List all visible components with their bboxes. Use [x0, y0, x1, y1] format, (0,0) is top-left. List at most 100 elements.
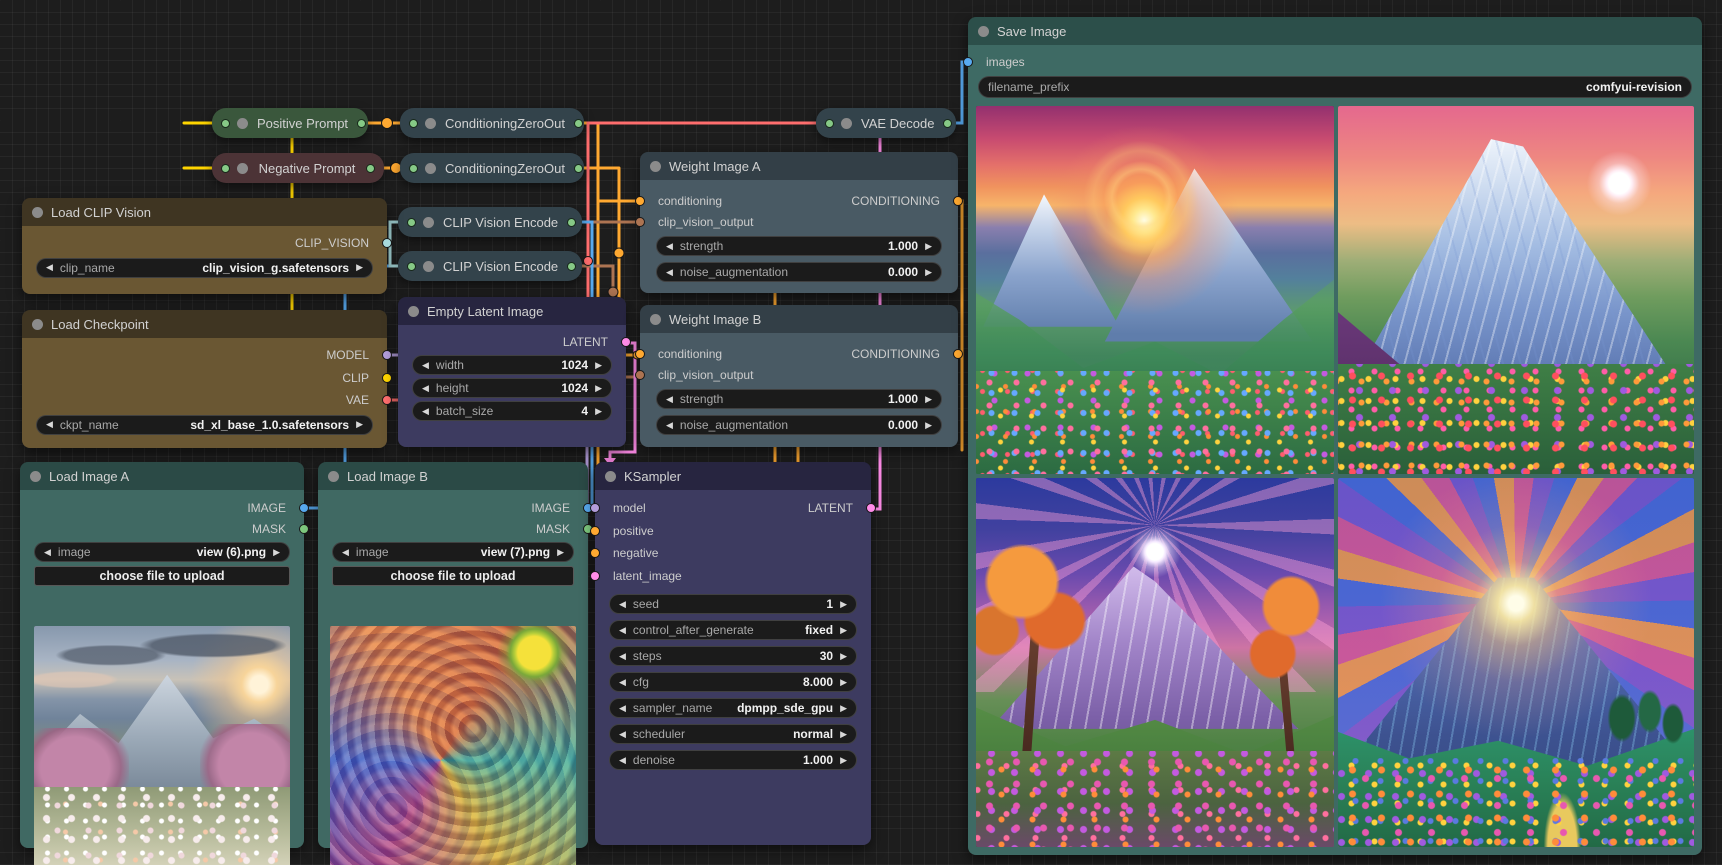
node-save-image[interactable]: Save Image images filename_prefix comfyu… [968, 17, 1702, 855]
increment-arrow-icon[interactable]: ▶ [840, 704, 847, 713]
increment-arrow-icon[interactable]: ▶ [356, 420, 363, 429]
increment-arrow-icon[interactable]: ▶ [840, 678, 847, 687]
widget-value[interactable]: 4 [581, 404, 588, 418]
increment-arrow-icon[interactable]: ▶ [557, 548, 564, 557]
node-vae-decode[interactable]: VAE Decode [816, 108, 956, 138]
latent-output-port[interactable] [621, 337, 631, 347]
increment-arrow-icon[interactable]: ▶ [595, 407, 602, 416]
node-load-checkpoint[interactable]: Load Checkpoint MODEL CLIP VAE ◀ ckpt_na… [22, 310, 387, 448]
widget-value[interactable]: comfyui-revision [1586, 80, 1682, 94]
conditioning-input-port[interactable] [635, 196, 645, 206]
collapsed-input-dot[interactable] [221, 164, 230, 173]
scheduler-widget[interactable]: ◀ scheduler normal ▶ [609, 724, 857, 744]
height-widget[interactable]: ◀ height 1024 ▶ [412, 378, 612, 398]
widget-value[interactable]: dpmpp_sde_gpu [737, 701, 833, 715]
widget-value[interactable]: sd_xl_base_1.0.safetensors [190, 418, 349, 432]
increment-arrow-icon[interactable]: ▶ [595, 361, 602, 370]
collapsed-input-dot[interactable] [409, 119, 418, 128]
decrement-arrow-icon[interactable]: ◀ [422, 384, 429, 393]
collapse-toggle-icon[interactable] [408, 306, 419, 317]
collapse-toggle-icon[interactable] [32, 207, 43, 218]
node-negative-prompt[interactable]: Negative Prompt [212, 153, 384, 183]
collapsed-output-dot[interactable] [366, 164, 375, 173]
decrement-arrow-icon[interactable]: ◀ [619, 756, 626, 765]
choose-file-button[interactable]: choose file to upload [34, 566, 290, 586]
conditioning-input-port[interactable] [635, 349, 645, 359]
collapsed-input-dot[interactable] [407, 218, 416, 227]
decrement-arrow-icon[interactable]: ◀ [619, 704, 626, 713]
increment-arrow-icon[interactable]: ▶ [840, 756, 847, 765]
collapse-toggle-icon[interactable] [328, 471, 339, 482]
increment-arrow-icon[interactable]: ▶ [925, 395, 932, 404]
increment-arrow-icon[interactable]: ▶ [840, 652, 847, 661]
negative-input-port[interactable] [590, 548, 600, 558]
decrement-arrow-icon[interactable]: ◀ [619, 626, 626, 635]
increment-arrow-icon[interactable]: ▶ [925, 242, 932, 251]
increment-arrow-icon[interactable]: ▶ [925, 421, 932, 430]
decrement-arrow-icon[interactable]: ◀ [666, 395, 673, 404]
node-weight-image-b[interactable]: Weight Image B conditioning CONDITIONING… [640, 305, 958, 447]
node-positive-prompt[interactable]: Positive Prompt [212, 108, 368, 138]
widget-value[interactable]: 0.000 [888, 265, 918, 279]
steps-widget[interactable]: ◀ steps 30 ▶ [609, 646, 857, 666]
decrement-arrow-icon[interactable]: ◀ [619, 730, 626, 739]
collapsed-output-dot[interactable] [567, 218, 576, 227]
batch-size-widget[interactable]: ◀ batch_size 4 ▶ [412, 401, 612, 421]
node-load-image-a[interactable]: Load Image A IMAGE MASK ◀ image view (6)… [20, 462, 304, 848]
collapse-toggle-icon[interactable] [841, 118, 852, 129]
increment-arrow-icon[interactable]: ▶ [840, 600, 847, 609]
latent-image-input-port[interactable] [590, 571, 600, 581]
widget-value[interactable]: 8.000 [803, 675, 833, 689]
clip-vision-output-input-port[interactable] [635, 217, 645, 227]
increment-arrow-icon[interactable]: ▶ [356, 263, 363, 272]
collapsed-output-dot[interactable] [357, 119, 366, 128]
collapsed-input-dot[interactable] [407, 262, 416, 271]
clip-name-widget[interactable]: ◀ clip_name clip_vision_g.safetensors ▶ [36, 258, 373, 278]
ckpt-name-widget[interactable]: ◀ ckpt_name sd_xl_base_1.0.safetensors ▶ [36, 415, 373, 435]
widget-value[interactable]: view (6).png [197, 545, 266, 559]
collapsed-input-dot[interactable] [409, 164, 418, 173]
sampler-name-widget[interactable]: ◀ sampler_name dpmpp_sde_gpu ▶ [609, 698, 857, 718]
collapse-toggle-icon[interactable] [650, 314, 661, 325]
node-ksampler[interactable]: KSampler model LATENT positive negative … [595, 462, 871, 845]
increment-arrow-icon[interactable]: ▶ [273, 548, 280, 557]
choose-file-button[interactable]: choose file to upload [332, 566, 574, 586]
strength-widget[interactable]: ◀ strength 1.000 ▶ [656, 389, 942, 409]
seed-widget[interactable]: ◀ seed 1 ▶ [609, 594, 857, 614]
decrement-arrow-icon[interactable]: ◀ [619, 652, 626, 661]
collapse-toggle-icon[interactable] [650, 161, 661, 172]
strength-widget[interactable]: ◀ strength 1.000 ▶ [656, 236, 942, 256]
images-input-port[interactable] [963, 57, 973, 67]
widget-value[interactable]: 1.000 [888, 239, 918, 253]
collapse-toggle-icon[interactable] [423, 261, 434, 272]
increment-arrow-icon[interactable]: ▶ [840, 626, 847, 635]
collapsed-output-dot[interactable] [574, 119, 583, 128]
clip-output-port[interactable] [382, 373, 392, 383]
cfg-widget[interactable]: ◀ cfg 8.000 ▶ [609, 672, 857, 692]
widget-value[interactable]: 30 [820, 649, 833, 663]
collapse-toggle-icon[interactable] [32, 319, 43, 330]
widget-value[interactable]: clip_vision_g.safetensors [202, 261, 349, 275]
decrement-arrow-icon[interactable]: ◀ [44, 548, 51, 557]
noise-augmentation-widget[interactable]: ◀ noise_augmentation 0.000 ▶ [656, 415, 942, 435]
widget-value[interactable]: 1024 [561, 358, 588, 372]
clip-vision-output-input-port[interactable] [635, 370, 645, 380]
widget-value[interactable]: 1.000 [888, 392, 918, 406]
decrement-arrow-icon[interactable]: ◀ [619, 600, 626, 609]
increment-arrow-icon[interactable]: ▶ [925, 268, 932, 277]
collapse-toggle-icon[interactable] [237, 163, 248, 174]
collapsed-input-dot[interactable] [825, 119, 834, 128]
noise-augmentation-widget[interactable]: ◀ noise_augmentation 0.000 ▶ [656, 262, 942, 282]
collapse-toggle-icon[interactable] [237, 118, 248, 129]
image-file-widget[interactable]: ◀ image view (7).png ▶ [332, 542, 574, 562]
conditioning-output-port[interactable] [953, 196, 963, 206]
decrement-arrow-icon[interactable]: ◀ [666, 421, 673, 430]
conditioning-output-port[interactable] [953, 349, 963, 359]
decrement-arrow-icon[interactable]: ◀ [422, 361, 429, 370]
decrement-arrow-icon[interactable]: ◀ [46, 263, 53, 272]
node-clip-vision-encode-2[interactable]: CLIP Vision Encode [398, 251, 582, 281]
widget-value[interactable]: normal [793, 727, 833, 741]
image-file-widget[interactable]: ◀ image view (6).png ▶ [34, 542, 290, 562]
positive-input-port[interactable] [590, 526, 600, 536]
collapse-toggle-icon[interactable] [423, 217, 434, 228]
